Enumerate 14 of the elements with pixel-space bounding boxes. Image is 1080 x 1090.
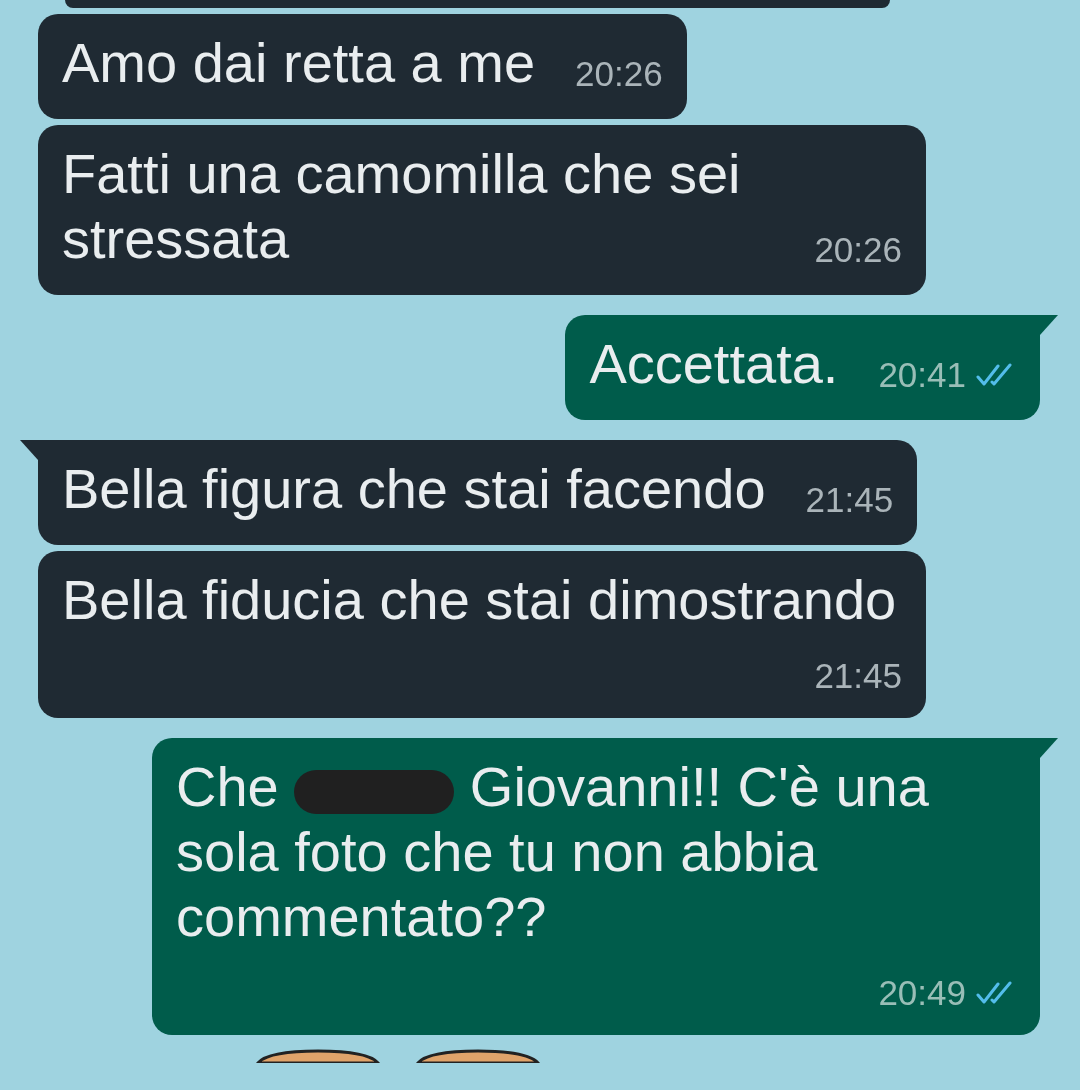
message-time: 21:45 [814,658,902,694]
message-text: Bella figura che stai facendo [62,457,766,520]
message-text: Che [176,755,279,818]
message-text: sola foto che tu non abbia commentato?? [176,819,819,949]
message-text: Accettata. [589,332,839,395]
message-text: Amo dai retta a me [62,31,536,94]
message-time: 20:41 [878,357,966,393]
message-text: Fatti una camomilla che sei stressata [62,142,741,270]
message-time: 20:49 [878,975,966,1011]
message-time: 20:26 [575,56,663,92]
message-text: Bella fiducia che stai dimostrando [62,568,897,631]
message-time: 20:26 [814,232,902,268]
message-text: Giovanni!! C'è una [469,755,929,818]
message-time: 21:45 [805,482,894,518]
